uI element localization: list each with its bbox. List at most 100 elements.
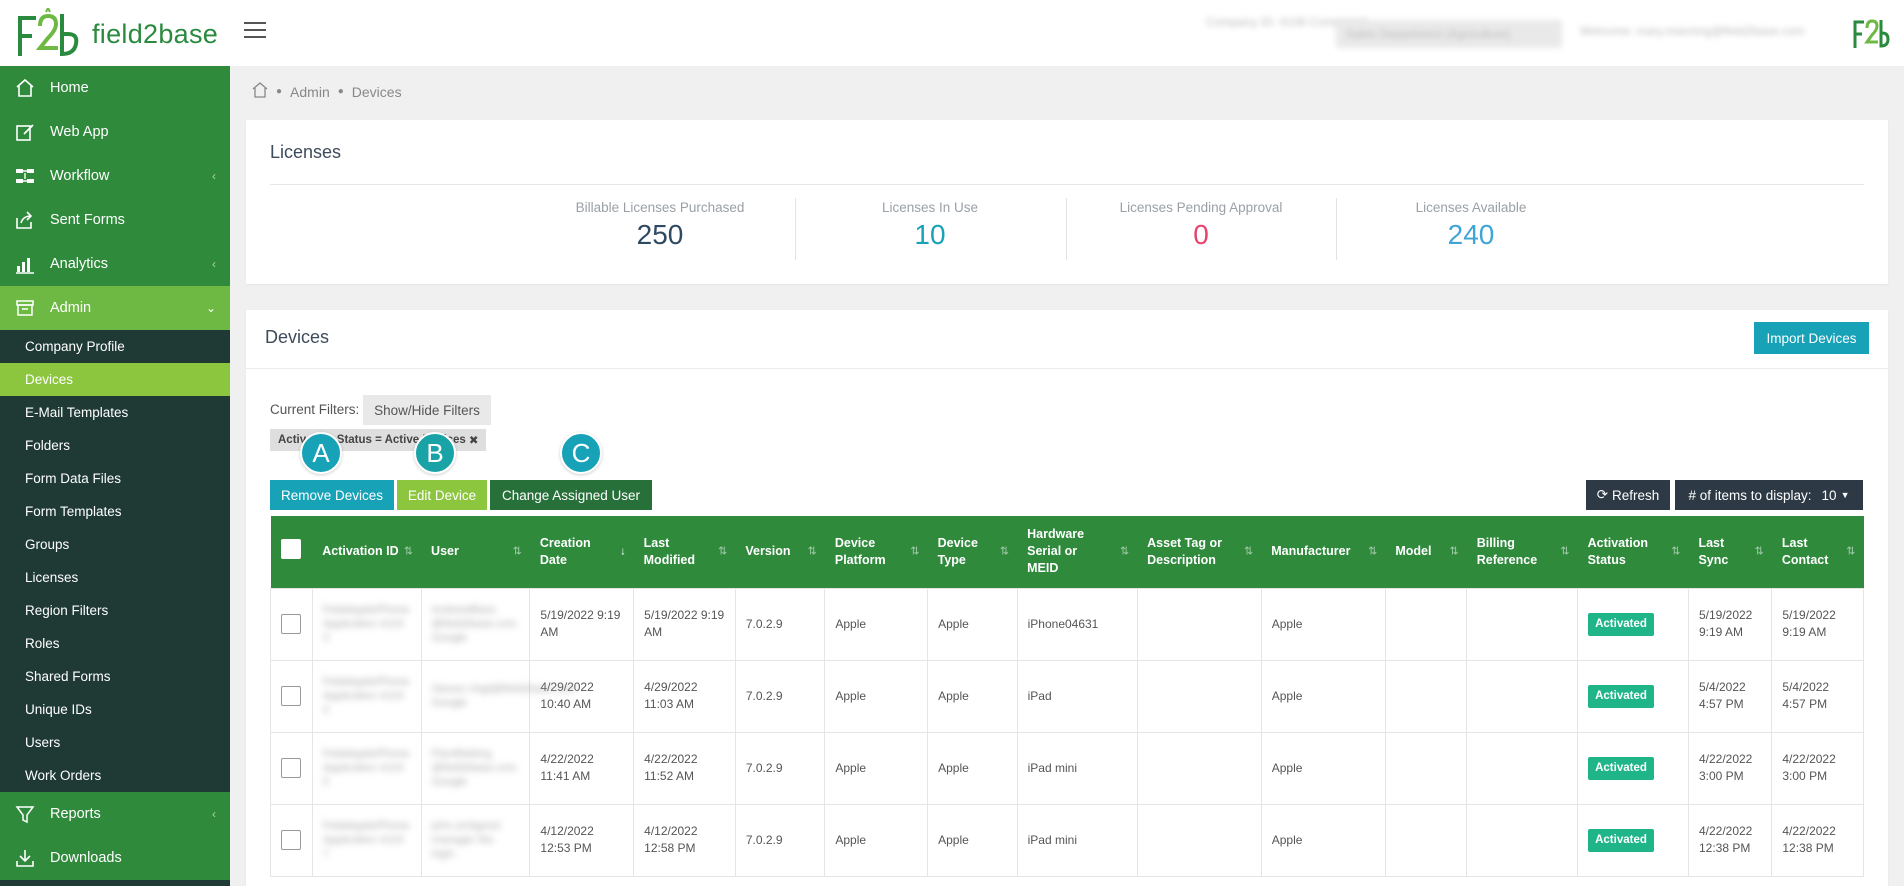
blurred-text: FieldAppleIPhone Application 4119 3 [322,604,410,644]
remove-devices-button[interactable]: Remove Devices [270,480,394,510]
change-assigned-user-button[interactable]: Change Assigned User [490,480,652,510]
sidebar-item-label: Sent Forms [50,212,125,228]
sidebar-item-home[interactable]: Home [0,66,230,110]
row-checkbox-cell[interactable] [270,659,313,733]
stat-available: Licenses Available 240 [1336,200,1606,251]
sidebar-subitem-form-data-files[interactable]: Form Data Files [0,462,230,495]
row-checkbox-cell[interactable] [270,731,313,805]
cell-status: Activated [1577,731,1689,805]
devices-panel: Devices Import Devices Current Filters: … [246,310,1888,886]
cell-serial: iPad mini [1016,731,1138,805]
breadcrumb-admin[interactable]: Admin [290,84,330,100]
sidebar-subitem-unique-ids[interactable]: Unique IDs [0,693,230,726]
sidebar-subitem-form-templates[interactable]: Form Templates [0,495,230,528]
blurred-text: FieldAppleIPhone Application 4119 7 [322,820,410,860]
row-checkbox[interactable] [281,830,302,850]
table-row[interactable]: FieldAppleIPhone Application 4119 3 Andr… [270,587,1864,661]
sidebar-item-admin[interactable]: Admin ⌄ [0,286,230,330]
sidebar-subitem-folders[interactable]: Folders [0,429,230,462]
menu-toggle-icon[interactable] [244,22,266,40]
row-checkbox[interactable] [281,614,302,634]
sidebar-item-web-app[interactable]: Web App [0,110,230,154]
sidebar-item-downloads[interactable]: Downloads [0,836,230,880]
table-header-row: Activation ID ⇅ User ⇅ Creation Date ↓ Last… [270,516,1864,588]
download-icon [14,847,36,869]
col-hardware-serial[interactable]: Hardware Serial or MEID ⇅ [1017,516,1138,588]
sidebar-subitem-region-filters[interactable]: Region Filters [0,594,230,627]
sidebar-subitem-users[interactable]: Users [0,726,230,759]
close-icon[interactable]: ✖ [469,433,479,447]
sidebar-subitem-company-profile[interactable]: Company Profile [0,330,230,363]
cell-billing [1466,587,1579,661]
row-checkbox[interactable] [281,686,302,706]
cell-serial: iPad [1016,659,1138,733]
sidebar-item-sent-forms[interactable]: Sent Forms [0,198,230,242]
col-manufacturer[interactable]: Manufacturer ⇅ [1261,516,1386,588]
row-checkbox-cell[interactable] [270,803,313,877]
column-label: Model [1395,544,1432,559]
items-per-page-dropdown[interactable]: # of items to display: 10 ▼ [1675,480,1863,510]
cell-sync: 4/22/2022 12:38 PM [1687,803,1773,877]
col-last-sync[interactable]: Last Sync ⇅ [1688,516,1772,588]
column-label: Last Modified [643,535,696,567]
col-last-contact[interactable]: Last Contact ⇅ [1771,516,1864,588]
sidebar-subitem-roles[interactable]: Roles [0,627,230,660]
stat-pending-approval: Licenses Pending Approval 0 [1066,200,1336,251]
cell-platform: Apple [824,659,929,733]
cell-version: 7.0.2.9 [734,803,826,877]
col-asset-tag[interactable]: Asset Tag or Description ⇅ [1137,516,1262,588]
sidebar-subitem-groups[interactable]: Groups [0,528,230,561]
col-activation-id[interactable]: Activation ID ⇅ [312,516,422,588]
stat-value: 250 [636,219,684,250]
col-device-type[interactable]: Device Type ⇅ [927,516,1018,588]
table-row[interactable]: FieldAppleIPhone Application 4119 4 Stev… [270,659,1864,733]
show-hide-filters-button[interactable]: Show/Hide Filters [363,395,491,425]
field2base-logo[interactable]: field2base [14,8,218,60]
col-device-platform[interactable]: Device Platform ⇅ [824,516,928,588]
cell-status: Activated [1577,587,1689,661]
row-checkbox[interactable] [281,758,302,778]
sort-icon: ⇅ [1671,545,1681,558]
cell-sync: 5/4/2022 4:57 PM [1687,659,1773,733]
sidebar-subitem-email-templates[interactable]: E-Mail Templates [0,396,230,429]
callout-marker-c: C [560,432,602,474]
col-activation-status[interactable]: Activation Status ⇅ [1577,516,1689,588]
sidebar-subitem-devices[interactable]: Devices [0,363,230,396]
cell-version: 7.0.2.9 [734,587,826,661]
col-billing-reference[interactable]: Billing Reference ⇅ [1466,516,1578,588]
blurred-text: AndrewBlass @field2base.com Google [431,604,517,644]
column-label: Asset Tag or Description [1147,535,1222,567]
select-all-checkbox-cell[interactable] [270,516,313,588]
breadcrumb: ● Admin ● Devices [252,82,402,101]
archive-icon [14,297,36,319]
sidebar-item-analytics[interactable]: Analytics ‹ [0,242,230,286]
f2b-logo-icon [18,8,79,57]
row-checkbox-cell[interactable] [270,587,313,661]
sort-icon: ⇅ [999,545,1010,558]
sidebar-subitem-shared-forms[interactable]: Shared Forms [0,660,230,693]
refresh-button[interactable]: ⟳ Refresh [1586,480,1670,510]
devices-table: Activation ID ⇅ User ⇅ Creation Date ↓ Last… [270,516,1864,877]
sidebar-item-workflow[interactable]: Workflow ‹ [0,154,230,198]
sort-icon: ⇅ [512,545,522,558]
col-version[interactable]: Version ⇅ [735,516,825,588]
department-select[interactable]: Sales Department (Agriculture) [1336,20,1562,48]
sidebar-item-label: Home [50,80,89,96]
home-icon[interactable] [252,82,268,101]
table-row[interactable]: FieldAppleIPhone Application 4119 7 john… [270,803,1864,877]
sidebar-subitem-work-orders[interactable]: Work Orders [0,759,230,792]
edit-device-button[interactable]: Edit Device [397,480,487,510]
welcome-user[interactable]: Welcome: mary.manning@field2base.com [1580,24,1805,60]
col-user[interactable]: User ⇅ [421,516,530,588]
sidebar-subitem-licenses[interactable]: Licenses [0,561,230,594]
col-model[interactable]: Model ⇅ [1385,516,1467,588]
cell-type: Apple [927,659,1018,733]
import-devices-button[interactable]: Import Devices [1754,322,1869,354]
col-creation-date[interactable]: Creation Date ↓ [529,516,634,588]
cell-type: Apple [927,587,1018,661]
col-last-modified[interactable]: Last Modified ⇅ [633,516,736,588]
sidebar-item-reports[interactable]: Reports ‹ [0,792,230,836]
select-all-checkbox[interactable] [281,539,302,560]
table-row[interactable]: FieldAppleIPhone Application 4119 5 Plan… [270,731,1864,805]
cell-contact: 5/19/2022 9:19 AM [1771,587,1864,661]
